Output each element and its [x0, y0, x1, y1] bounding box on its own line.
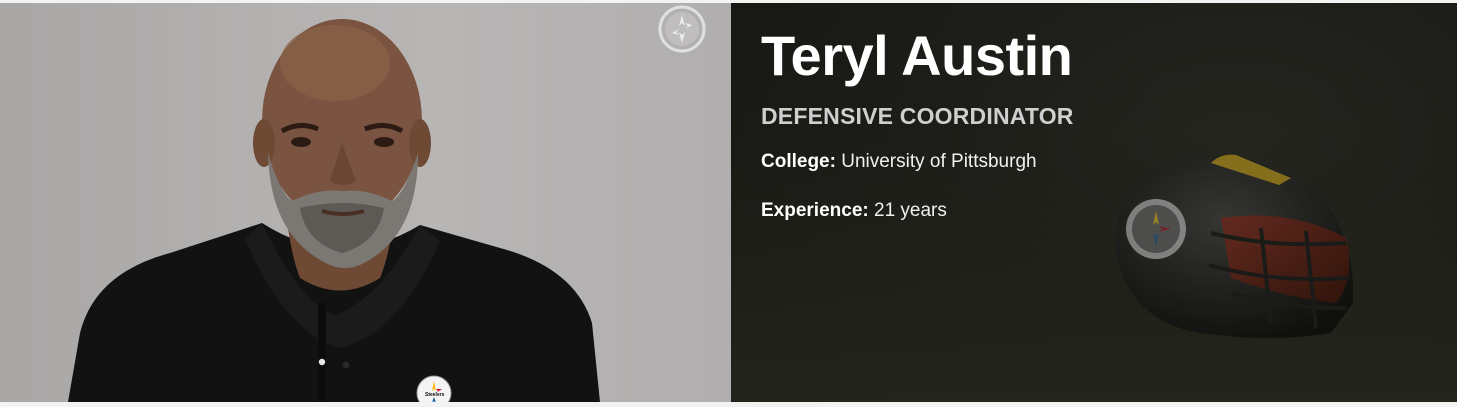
steelers-watermark-icon [658, 5, 706, 53]
detail-college-label: College: [761, 151, 836, 172]
coach-hero-banner: Steelers Teryl Austin DEFENSIVE COORDINA… [0, 3, 1457, 402]
detail-college: College: University of Pittsburgh [761, 150, 1437, 174]
detail-experience-value: 21 years [874, 200, 947, 221]
detail-college-value: University of Pittsburgh [841, 151, 1037, 172]
coach-photo: Steelers [0, 3, 731, 402]
steelers-logo-icon: Steelers [416, 375, 452, 402]
coach-info: Teryl Austin DEFENSIVE COORDINATOR Colle… [761, 23, 1437, 223]
detail-experience: Experience: 21 years [761, 199, 1437, 223]
detail-experience-label: Experience: [761, 200, 869, 221]
coach-name: Teryl Austin [761, 24, 1073, 87]
coach-portrait-image [68, 19, 600, 402]
svg-text:Steelers: Steelers [425, 392, 445, 398]
coach-position: DEFENSIVE COORDINATOR [761, 103, 1074, 129]
coach-info-panel: Teryl Austin DEFENSIVE COORDINATOR Colle… [731, 3, 1457, 402]
